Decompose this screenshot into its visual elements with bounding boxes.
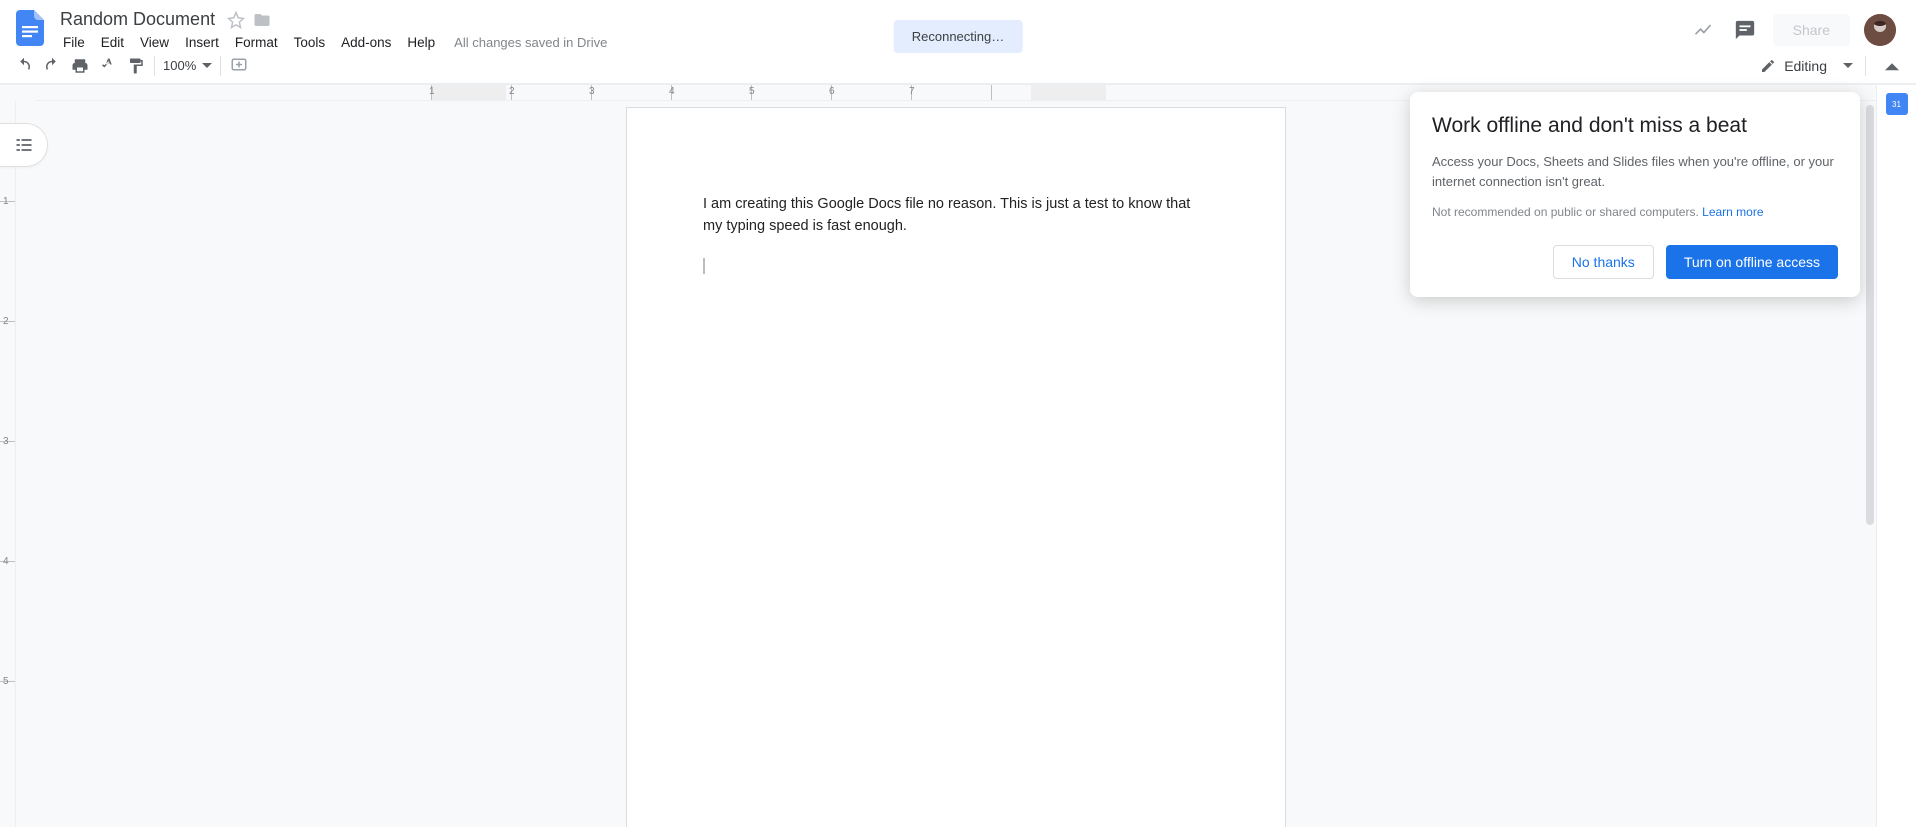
- menu-file[interactable]: File: [56, 33, 92, 52]
- hide-menus-button[interactable]: [1878, 52, 1906, 80]
- scrollbar-thumb[interactable]: [1866, 105, 1874, 525]
- chevron-up-icon: [1885, 59, 1899, 73]
- menu-addons[interactable]: Add-ons: [334, 33, 398, 52]
- editing-mode-label: Editing: [1784, 58, 1827, 74]
- dialog-actions: No thanks Turn on offline access: [1432, 245, 1838, 279]
- chevron-down-icon: [202, 61, 212, 71]
- dialog-title: Work offline and don't miss a beat: [1432, 114, 1838, 138]
- ruler-label: 5: [749, 86, 755, 97]
- ruler-label: 2: [509, 86, 515, 97]
- mode-dropdown-caret[interactable]: [1843, 58, 1853, 74]
- side-panel: 31: [1876, 85, 1916, 827]
- activity-icon[interactable]: [1689, 16, 1717, 44]
- dialog-fine-print: Not recommended on public or shared comp…: [1432, 203, 1838, 221]
- menu-edit[interactable]: Edit: [94, 33, 131, 52]
- ruler-label: 4: [3, 556, 9, 567]
- dialog-fine-text: Not recommended on public or shared comp…: [1432, 205, 1699, 219]
- learn-more-link[interactable]: Learn more: [1702, 205, 1763, 219]
- dialog-body: Access your Docs, Sheets and Slides file…: [1432, 152, 1838, 191]
- title-area: Random Document File Edit View Insert Fo…: [56, 8, 617, 52]
- insert-comment-button[interactable]: [225, 52, 253, 80]
- ruler-label: 2: [3, 316, 9, 327]
- no-thanks-button[interactable]: No thanks: [1553, 245, 1654, 279]
- menu-view[interactable]: View: [133, 33, 176, 52]
- ruler-label: 4: [669, 86, 675, 97]
- ruler-label: 3: [589, 86, 595, 97]
- menu-insert[interactable]: Insert: [178, 33, 226, 52]
- toolbar-separator: [154, 56, 155, 76]
- pencil-icon: [1760, 58, 1776, 74]
- toolbar-separator: [220, 56, 221, 76]
- menu-tools[interactable]: Tools: [287, 33, 333, 52]
- move-folder-icon[interactable]: [253, 11, 271, 29]
- ruler-ticks: 1 2 3 4 5 6 7: [431, 85, 1071, 101]
- toolbar: 100% Editing: [0, 48, 1916, 84]
- account-avatar[interactable]: [1864, 14, 1896, 46]
- document-title-input[interactable]: Random Document: [56, 8, 219, 31]
- save-status-label: All changes saved in Drive: [444, 33, 617, 52]
- ruler-label: 1: [3, 196, 9, 207]
- spellcheck-button[interactable]: [94, 52, 122, 80]
- undo-button[interactable]: [10, 52, 38, 80]
- vertical-scrollbar[interactable]: [1862, 101, 1876, 827]
- menu-help[interactable]: Help: [400, 33, 442, 52]
- offline-dialog: Work offline and don't miss a beat Acces…: [1410, 92, 1860, 297]
- vertical-ruler[interactable]: 1 2 3 4 5: [0, 101, 16, 827]
- document-body-text[interactable]: I am creating this Google Docs file no r…: [703, 193, 1209, 238]
- reconnecting-toast: Reconnecting…: [894, 20, 1023, 53]
- ruler-label: 5: [3, 676, 9, 687]
- toolbar-separator: [1865, 56, 1866, 76]
- comments-icon[interactable]: [1731, 16, 1759, 44]
- text-cursor: [703, 258, 705, 274]
- print-button[interactable]: [66, 52, 94, 80]
- ruler-label: 1: [429, 86, 435, 97]
- titlebar: Random Document File Edit View Insert Fo…: [0, 0, 1916, 48]
- editing-mode-button[interactable]: Editing: [1752, 54, 1835, 78]
- turn-on-offline-button[interactable]: Turn on offline access: [1666, 245, 1838, 279]
- zoom-value: 100%: [163, 58, 196, 73]
- calendar-app-icon[interactable]: 31: [1886, 93, 1908, 115]
- ruler-label: 6: [829, 86, 835, 97]
- mode-switcher: Editing: [1752, 52, 1906, 80]
- ruler-label: 7: [909, 86, 915, 97]
- outline-icon: [14, 135, 34, 155]
- menu-bar: File Edit View Insert Format Tools Add-o…: [56, 31, 617, 52]
- page[interactable]: I am creating this Google Docs file no r…: [626, 107, 1286, 827]
- star-icon[interactable]: [227, 11, 245, 29]
- ruler-label: 3: [3, 436, 9, 447]
- menu-format[interactable]: Format: [228, 33, 285, 52]
- header-right: Share: [1689, 14, 1908, 46]
- redo-button[interactable]: [38, 52, 66, 80]
- chevron-down-icon: [1843, 61, 1853, 71]
- paint-format-button[interactable]: [122, 52, 150, 80]
- docs-logo-icon[interactable]: [12, 10, 48, 46]
- share-button[interactable]: Share: [1773, 14, 1850, 46]
- title-row: Random Document: [56, 8, 617, 31]
- zoom-select[interactable]: 100%: [159, 58, 216, 73]
